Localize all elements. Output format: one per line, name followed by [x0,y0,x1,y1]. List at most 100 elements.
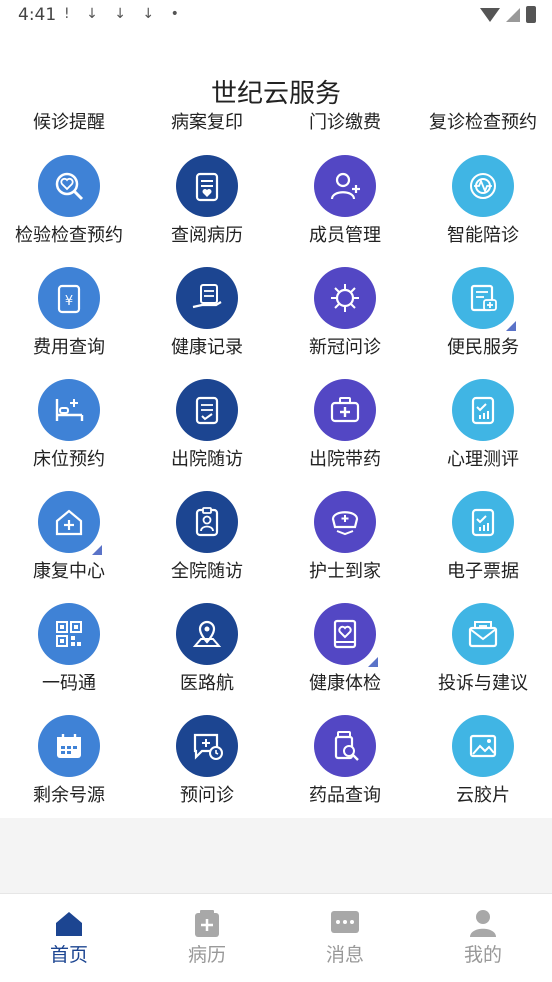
service-complaints[interactable]: 投诉与建议 [414,601,552,709]
service-covid-consult[interactable]: 新冠问诊 [276,265,414,373]
corner-badge-icon [368,657,378,667]
checklist-icon [176,379,238,441]
wifi-icon [480,7,500,22]
hand-document-icon [176,267,238,329]
top-link-queue-reminder[interactable]: 候诊提醒 [0,108,138,134]
virus-icon [314,267,376,329]
service-view-records[interactable]: 查阅病历 [138,153,276,261]
bottom-navigation: 首页 病历 消息 我的 [0,893,552,982]
top-link-followup-booking[interactable]: 复诊检查预约 [414,108,552,134]
top-link-payment[interactable]: 门诊缴费 [276,108,414,134]
signal-icon [506,7,520,22]
service-label: 成员管理 [309,225,381,246]
service-label: 出院随访 [171,449,243,470]
notification-icons: ! ↓ ↓ ↓ • [64,6,185,22]
service-label: 剩余号源 [33,785,105,806]
nav-label: 消息 [325,944,364,966]
service-label: 智能陪诊 [447,225,519,246]
medical-record-icon [195,910,219,937]
mail-icon [452,603,514,665]
add-user-icon [314,155,376,217]
service-hospital-navigation[interactable]: 医路航 [138,601,276,709]
medicine-kit-icon [314,379,376,441]
user-icon [470,910,496,937]
calendar-icon [38,715,100,777]
service-label: 新冠问诊 [309,337,381,358]
status-bar: 4:41 ! ↓ ↓ ↓ • [0,0,552,30]
yuan-clipboard-icon: ¥ [38,267,100,329]
service-label: 便民服务 [447,337,519,358]
qr-code-icon [38,603,100,665]
service-label: 心理测评 [447,449,519,470]
home-plus-icon [38,491,102,555]
clipboard-chart-icon [452,491,514,553]
service-label: 费用查询 [33,337,105,358]
nav-medical-record[interactable]: 病历 [138,894,276,982]
service-fee-query[interactable]: ¥ 费用查询 [0,265,138,373]
top-links: 候诊提醒 病案复印 门诊缴费 复诊检查预约 [0,108,552,136]
corner-badge-icon [506,321,516,331]
map-pin-icon [176,603,238,665]
service-hospital-followup[interactable]: 全院随访 [138,489,276,597]
service-one-code[interactable]: 一码通 [0,601,138,709]
document-plus-icon [452,267,516,331]
target-pulse-icon [452,155,514,217]
service-label: 健康记录 [171,337,243,358]
service-smart-escort[interactable]: 智能陪诊 [414,153,552,261]
service-remaining-slots[interactable]: 剩余号源 [0,713,138,821]
hospital-bed-icon [38,379,100,441]
page-title: 世纪云服务 [210,79,341,109]
service-health-record[interactable]: 健康记录 [138,265,276,373]
top-link-record-copy[interactable]: 病案复印 [138,108,276,134]
home-icon [56,912,82,936]
service-label: 护士到家 [309,561,381,582]
service-e-receipt[interactable]: 电子票据 [414,489,552,597]
nav-home[interactable]: 首页 [0,894,138,982]
service-pre-consult[interactable]: 预问诊 [138,713,276,821]
nav-label: 病历 [187,944,226,966]
service-lab-booking[interactable]: 检验检查预约 [0,153,138,261]
service-label: 预问诊 [180,785,234,806]
service-cloud-film[interactable]: 云胶片 [414,713,552,821]
nav-label: 我的 [463,944,502,966]
service-discharge-followup[interactable]: 出院随访 [138,377,276,485]
service-health-checkup[interactable]: 健康体检 [276,601,414,709]
search-heart-icon [38,155,100,217]
image-icon [452,715,514,777]
nav-profile[interactable]: 我的 [414,894,552,982]
nav-label: 首页 [49,944,88,966]
clipboard-heart-icon [176,155,238,217]
clipboard-person-icon [176,491,238,553]
service-nurse-home[interactable]: 护士到家 [276,489,414,597]
service-label: 电子票据 [447,561,519,582]
chat-clock-icon [176,715,238,777]
service-psych-assessment[interactable]: 心理测评 [414,377,552,485]
nav-messages[interactable]: 消息 [276,894,414,982]
service-label: 查阅病历 [171,225,243,246]
service-label: 出院带药 [309,449,381,470]
service-label: 投诉与建议 [438,673,528,694]
service-discharge-medicine[interactable]: 出院带药 [276,377,414,485]
service-label: 康复中心 [33,561,105,582]
gray-spacer [0,818,552,893]
message-icon [331,911,359,933]
status-right [480,6,536,23]
service-rehab-center[interactable]: 康复中心 [0,489,138,597]
status-time: 4:41 [18,5,57,25]
service-bed-booking[interactable]: 床位预约 [0,377,138,485]
heart-book-icon [314,603,378,667]
corner-badge-icon [92,545,102,555]
service-drug-query[interactable]: 药品查询 [276,713,414,821]
service-label: 云胶片 [456,785,510,806]
service-member-management[interactable]: 成员管理 [276,153,414,261]
clipboard-chart-icon [452,379,514,441]
service-convenience[interactable]: 便民服务 [414,265,552,373]
battery-icon [526,6,536,23]
svg-text:¥: ¥ [65,294,73,309]
nurse-cap-icon [314,491,376,553]
service-label: 医路航 [180,673,234,694]
service-label: 全院随访 [171,561,243,582]
service-label: 床位预约 [33,449,105,470]
service-label: 检验检查预约 [15,225,123,246]
service-label: 药品查询 [309,785,381,806]
